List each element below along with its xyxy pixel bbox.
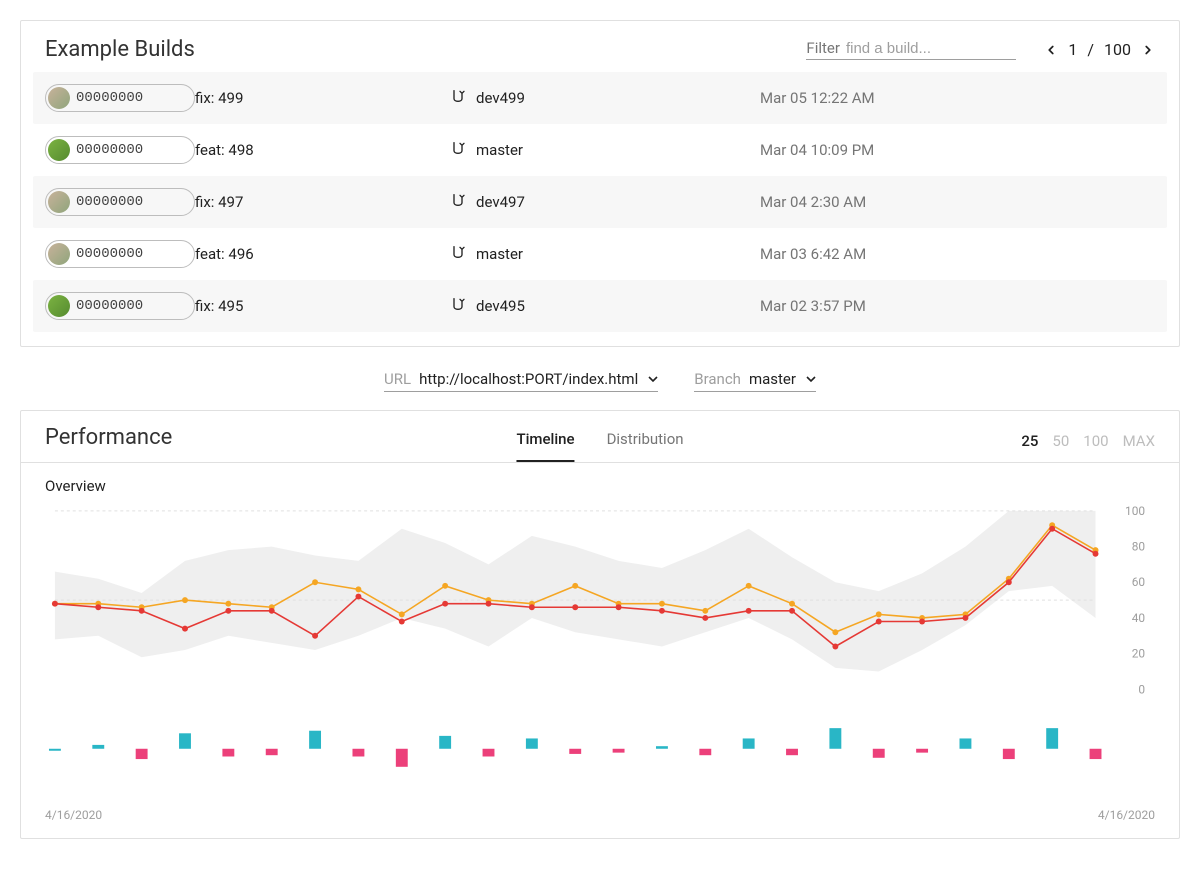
build-date: Mar 04 2:30 AM bbox=[760, 193, 866, 211]
commit-message: feat: 498 bbox=[195, 141, 450, 159]
commit-hash-chip[interactable]: 00000000 bbox=[45, 292, 195, 320]
url-label: URL bbox=[384, 370, 411, 388]
pager: 1 / 100 bbox=[1044, 40, 1155, 59]
commit-hash: 00000000 bbox=[76, 194, 143, 210]
page-current: 1 bbox=[1068, 40, 1077, 59]
commit-hash-chip[interactable]: 00000000 bbox=[45, 84, 195, 112]
commit-hash-chip[interactable]: 00000000 bbox=[45, 188, 195, 216]
commit-hash: 00000000 bbox=[76, 246, 143, 262]
range-25[interactable]: 25 bbox=[1021, 432, 1038, 450]
builds-title: Example Builds bbox=[45, 37, 195, 62]
tab-timeline[interactable]: Timeline bbox=[516, 430, 574, 462]
avatar bbox=[48, 87, 70, 109]
branch-icon bbox=[450, 244, 466, 264]
date-left: 4/16/2020 bbox=[45, 808, 102, 822]
branch-name: master bbox=[476, 141, 523, 159]
build-list: 00000000fix: 499dev499Mar 05 12:22 AM000… bbox=[21, 72, 1179, 346]
branch-name: dev497 bbox=[476, 193, 525, 211]
avatar bbox=[48, 243, 70, 265]
build-row[interactable]: 00000000 fix: 499 dev499 Mar 05 12:22 AM bbox=[33, 72, 1167, 124]
svg-text:100: 100 bbox=[1125, 504, 1145, 518]
branch-label: Branch bbox=[694, 370, 741, 388]
builds-header: Example Builds Filter 1 / 100 bbox=[21, 21, 1179, 72]
range-100[interactable]: 100 bbox=[1083, 432, 1108, 450]
build-row[interactable]: 00000000 fix: 497 dev497 Mar 04 2:30 AM bbox=[33, 176, 1167, 228]
date-right: 4/16/2020 bbox=[1098, 808, 1155, 822]
svg-text:40: 40 bbox=[1132, 611, 1145, 625]
selectors-row: URL http://localhost:PORT/index.html Bra… bbox=[20, 365, 1180, 410]
commit-hash-chip[interactable]: 00000000 bbox=[45, 136, 195, 164]
url-select[interactable]: URL http://localhost:PORT/index.html bbox=[384, 369, 658, 392]
build-date: Mar 04 10:09 PM bbox=[760, 141, 874, 159]
avatar bbox=[48, 191, 70, 213]
caret-down-icon bbox=[648, 369, 658, 388]
chevron-left-icon[interactable] bbox=[1044, 43, 1058, 57]
tab-distribution[interactable]: Distribution bbox=[607, 430, 684, 462]
performance-title: Performance bbox=[45, 425, 172, 462]
svg-text:20: 20 bbox=[1132, 647, 1145, 661]
build-date: Mar 02 3:57 PM bbox=[760, 297, 866, 315]
commit-message: fix: 495 bbox=[195, 297, 450, 315]
build-row[interactable]: 00000000 fix: 495 dev495 Mar 02 3:57 PM bbox=[33, 280, 1167, 332]
commit-hash: 00000000 bbox=[76, 90, 143, 106]
build-date: Mar 05 12:22 AM bbox=[760, 89, 875, 107]
branch-icon bbox=[450, 88, 466, 108]
builds-panel: Example Builds Filter 1 / 100 00000000 fi… bbox=[20, 20, 1180, 347]
date-axis: 4/16/2020 4/16/2020 bbox=[21, 808, 1179, 838]
branch-name: dev499 bbox=[476, 89, 525, 107]
commit-hash: 00000000 bbox=[76, 142, 143, 158]
url-value: http://localhost:PORT/index.html bbox=[419, 370, 638, 388]
filter-label: Filter bbox=[806, 39, 840, 57]
build-date: Mar 03 6:42 AM bbox=[760, 245, 866, 263]
branch-name: dev495 bbox=[476, 297, 525, 315]
build-row[interactable]: 00000000 feat: 498 master Mar 04 10:09 PM bbox=[33, 124, 1167, 176]
branch-icon bbox=[450, 192, 466, 212]
commit-message: fix: 499 bbox=[195, 89, 450, 107]
page-total: 100 bbox=[1104, 40, 1131, 59]
chart-title: Overview bbox=[45, 477, 1155, 495]
range-picker: 25 50 100 MAX bbox=[1021, 432, 1155, 462]
branch-icon bbox=[450, 296, 466, 316]
svg-text:80: 80 bbox=[1132, 540, 1145, 554]
filter-field[interactable]: Filter bbox=[806, 39, 1016, 60]
commit-hash: 00000000 bbox=[76, 298, 143, 314]
commit-message: feat: 496 bbox=[195, 245, 450, 263]
page-sep: / bbox=[1087, 40, 1094, 59]
filter-input[interactable] bbox=[846, 40, 1045, 57]
svg-text:0: 0 bbox=[1138, 682, 1145, 696]
performance-panel: Performance Timeline Distribution 25 50 … bbox=[20, 410, 1180, 839]
svg-text:60: 60 bbox=[1132, 575, 1145, 589]
avatar bbox=[48, 139, 70, 161]
caret-down-icon bbox=[806, 369, 816, 388]
chevron-right-icon[interactable] bbox=[1141, 43, 1155, 57]
branch-name: master bbox=[476, 245, 523, 263]
branch-select[interactable]: Branch master bbox=[694, 369, 816, 392]
avatar bbox=[48, 295, 70, 317]
range-max[interactable]: MAX bbox=[1123, 432, 1155, 450]
commit-hash-chip[interactable]: 00000000 bbox=[45, 240, 195, 268]
branch-icon bbox=[450, 140, 466, 160]
tabs: Timeline Distribution bbox=[516, 430, 683, 462]
range-50[interactable]: 50 bbox=[1052, 432, 1069, 450]
build-row[interactable]: 00000000 feat: 496 master Mar 03 6:42 AM bbox=[33, 228, 1167, 280]
chart-area: Overview 0 20 40 60 80 100 bbox=[21, 463, 1179, 808]
overview-chart: 0 20 40 60 80 100 bbox=[45, 501, 1155, 788]
commit-message: fix: 497 bbox=[195, 193, 450, 211]
performance-header: Performance Timeline Distribution 25 50 … bbox=[21, 411, 1179, 463]
branch-value: master bbox=[749, 370, 796, 388]
